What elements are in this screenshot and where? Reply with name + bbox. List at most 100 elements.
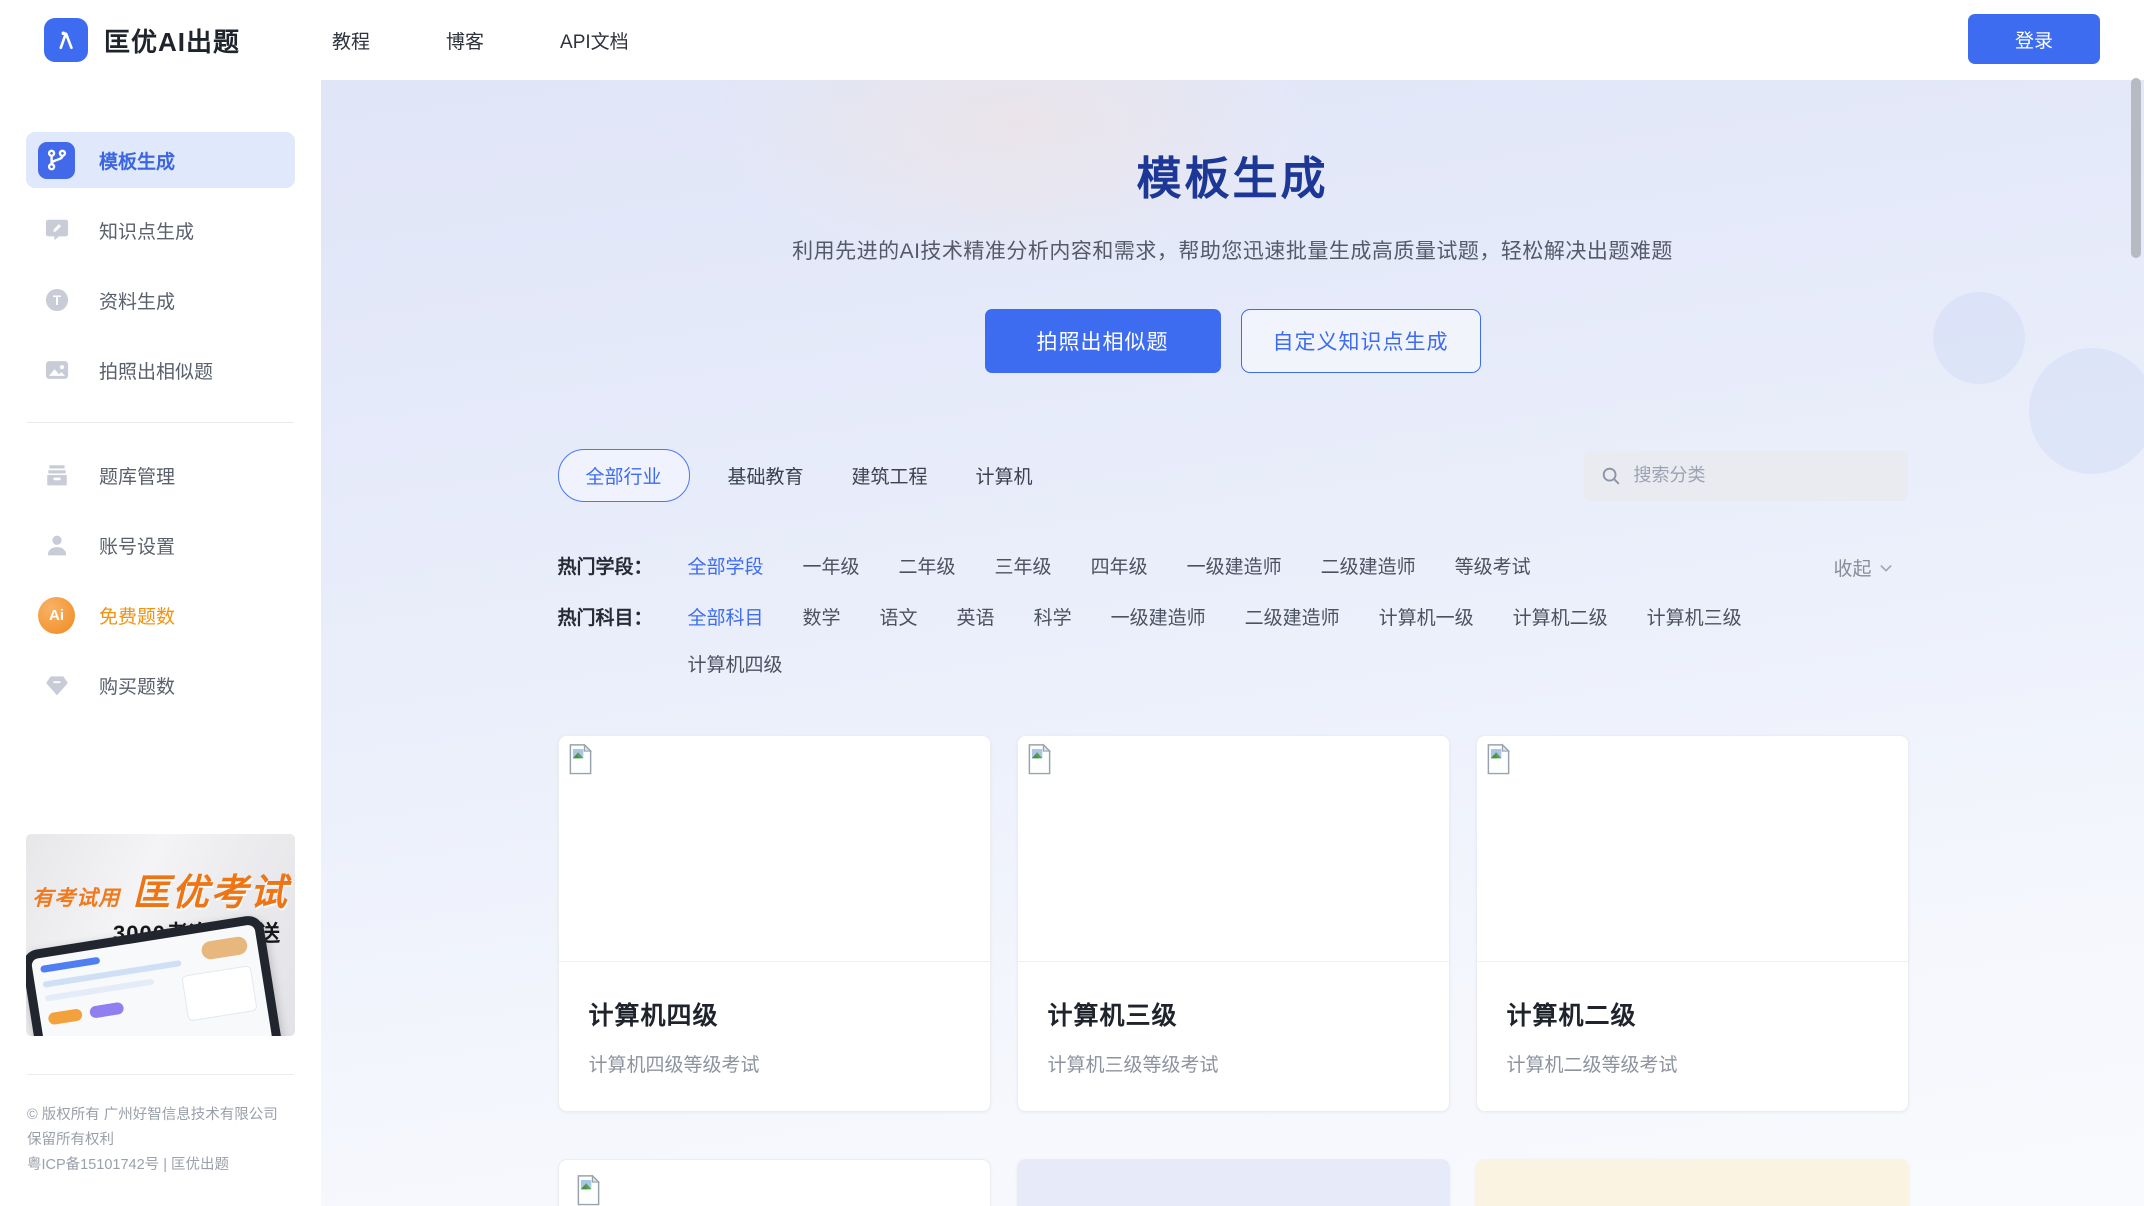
card-description: 计算机二级等级考试 xyxy=(1507,1050,1878,1077)
filter-row-label: 热门学段： xyxy=(558,552,682,579)
broken-image-icon xyxy=(1026,743,1053,781)
filter-option[interactable]: 计算机三级 xyxy=(1647,603,1742,630)
template-icon xyxy=(38,142,75,179)
footer-divider xyxy=(27,1074,294,1075)
category-tab[interactable]: 全部行业 xyxy=(558,449,690,502)
photo-similar-question-button[interactable]: 拍照出相似题 xyxy=(985,309,1221,373)
sidebar: 模板生成知识点生成T资料生成拍照出相似题 题库管理账号设置Ai免费题数购买题数 … xyxy=(0,80,321,1206)
login-button[interactable]: 登录 xyxy=(1968,14,2100,64)
filter-options: 全部科目 数学 语文 英语 科学 一级建造师 二级建造师 计算机一级 计算机二级 计算机三级计算机… xyxy=(688,603,1768,677)
template-card[interactable]: 计算机四级计算机四级等级考试 xyxy=(558,735,991,1112)
sidebar-item-label: 知识点生成 xyxy=(99,217,194,244)
card-title: 计算机二级 xyxy=(1507,996,1878,1032)
filter-option[interactable]: 计算机四级 xyxy=(688,650,783,677)
sidebar-item-label: 模板生成 xyxy=(99,147,175,174)
purchase-icon xyxy=(38,667,75,704)
search-input[interactable] xyxy=(1634,465,1892,486)
main-area: 模板生成 利用先进的AI技术精准分析内容和需求，帮助您迅速批量生成高质量试题，轻… xyxy=(321,80,2144,1206)
sidebar-item[interactable]: 拍照出相似题 xyxy=(26,342,295,398)
filter-option[interactable]: 数学 xyxy=(803,603,841,630)
card-image-area xyxy=(559,736,990,962)
vertical-scrollbar[interactable] xyxy=(2131,78,2141,258)
sidebar-item-label: 资料生成 xyxy=(99,287,175,314)
filter-option[interactable]: 等级考试 xyxy=(1455,552,1531,579)
filter-row: 热门学段：全部学段 一年级 二年级 三年级 四年级 一级建造师 二级建造师 等级考试 xyxy=(558,552,1908,579)
nav-item[interactable]: 博客 xyxy=(446,27,484,54)
hero-actions: 拍照出相似题 自定义知识点生成 xyxy=(558,309,1908,373)
collapse-label: 收起 xyxy=(1833,554,1871,581)
card-title: 计算机三级 xyxy=(1048,996,1419,1032)
brand-logo-icon xyxy=(44,18,88,62)
card-image-area xyxy=(1477,736,1908,962)
sidebar-item[interactable]: Ai 免费题数 xyxy=(26,587,295,643)
sidebar-item[interactable]: 模板生成 xyxy=(26,132,295,188)
filter-options: 全部学段 一年级 二年级 三年级 四年级 一级建造师 二级建造师 等级考试 xyxy=(688,552,1768,579)
sidebar-item[interactable]: 购买题数 xyxy=(26,657,295,713)
brand-name: 匡优AI出题 xyxy=(104,22,240,59)
filter-option[interactable]: 一级建造师 xyxy=(1111,603,1206,630)
decorative-circle xyxy=(2029,348,2144,474)
filter-option[interactable]: 全部学段 xyxy=(688,552,764,579)
category-toolbar: 全部行业 基础教育 建筑工程 计算机 xyxy=(558,449,1908,502)
filter-option[interactable]: 语文 xyxy=(880,603,918,630)
category-tab[interactable]: 建筑工程 xyxy=(852,462,928,489)
sidebar-menu-bottom: 题库管理账号设置 Ai 免费题数购买题数 xyxy=(0,447,321,727)
chevron-down-icon xyxy=(1878,560,1894,576)
material-icon: T xyxy=(38,282,75,319)
sidebar-divider xyxy=(27,422,294,423)
copyright-line: © 版权所有 广州好智信息技术有限公司 xyxy=(27,1103,294,1128)
category-tab[interactable]: 计算机 xyxy=(976,462,1033,489)
filter-row-label: 热门科目： xyxy=(558,603,682,677)
nav-item[interactable]: API文档 xyxy=(560,27,629,54)
template-card[interactable]: 计算机三级计算机三级等级考试 xyxy=(1017,735,1450,1112)
filter-option[interactable]: 一年级 xyxy=(803,552,860,579)
promo-banner[interactable]: 有考试用 匡优考试 3000考次免费送 xyxy=(26,834,295,1036)
card-description: 计算机三级等级考试 xyxy=(1048,1050,1419,1077)
promo-brand: 匡优考试 xyxy=(133,872,289,913)
partial-template-card[interactable] xyxy=(1476,1159,1909,1206)
sidebar-item-label: 拍照出相似题 xyxy=(99,357,213,384)
filter-option[interactable]: 全部科目 xyxy=(688,603,764,630)
sidebar-item[interactable]: 知识点生成 xyxy=(26,202,295,258)
sidebar-item-label: 免费题数 xyxy=(99,602,175,629)
template-card[interactable]: 计算机二级计算机二级等级考试 xyxy=(1476,735,1909,1112)
broken-image-icon xyxy=(1485,743,1512,781)
filter-option[interactable]: 二年级 xyxy=(899,552,956,579)
sidebar-item[interactable]: T 资料生成 xyxy=(26,272,295,328)
account-icon xyxy=(38,527,75,564)
copyright-line: 粤ICP备15101742号 | 匡优出题 xyxy=(27,1153,294,1178)
card-description: 计算机四级等级考试 xyxy=(589,1050,960,1077)
page-title: 模板生成 xyxy=(558,142,1908,207)
ai-icon: Ai xyxy=(38,597,75,634)
filter-option[interactable]: 二级建造师 xyxy=(1245,603,1340,630)
filter-option[interactable]: 计算机二级 xyxy=(1513,603,1608,630)
sidebar-item[interactable]: 账号设置 xyxy=(26,517,295,573)
filter-option[interactable]: 三年级 xyxy=(995,552,1052,579)
nav-item[interactable]: 教程 xyxy=(332,27,370,54)
filter-option[interactable]: 四年级 xyxy=(1091,552,1148,579)
top-header: 匡优AI出题 教程 博客 API文档 登录 xyxy=(0,0,2144,80)
search-box[interactable] xyxy=(1584,451,1908,501)
promo-prefix: 有考试用 xyxy=(32,887,120,910)
filter-option[interactable]: 计算机一级 xyxy=(1379,603,1474,630)
template-cards-grid: 计算机四级计算机四级等级考试计算机三级计算机三级等级考试计算机二级计算机二级等级… xyxy=(558,735,1908,1206)
partial-template-card[interactable] xyxy=(1017,1159,1450,1206)
page-subtitle: 利用先进的AI技术精准分析内容和需求，帮助您迅速批量生成高质量试题，轻松解决出题… xyxy=(558,235,1908,265)
filters-panel: 热门学段：全部学段一年级二年级三年级四年级一级建造师二级建造师等级考试热门科目：… xyxy=(558,552,1908,677)
partial-template-card[interactable] xyxy=(558,1159,991,1206)
filter-option[interactable]: 一级建造师 xyxy=(1187,552,1282,579)
filter-option[interactable]: 英语 xyxy=(957,603,995,630)
search-icon xyxy=(1600,465,1622,487)
filter-option[interactable]: 二级建造师 xyxy=(1321,552,1416,579)
custom-knowledge-generate-button[interactable]: 自定义知识点生成 xyxy=(1241,309,1481,373)
collapse-control[interactable]: 收起 xyxy=(1833,554,1893,581)
filter-option[interactable]: 科学 xyxy=(1034,603,1072,630)
filter-row: 热门科目：全部科目数学语文英语科学一级建造师二级建造师计算机一级计算机二级计算机… xyxy=(558,603,1908,677)
category-tab[interactable]: 基础教育 xyxy=(728,462,804,489)
svg-text:T: T xyxy=(52,293,61,308)
sidebar-item[interactable]: 题库管理 xyxy=(26,447,295,503)
sidebar-item-label: 购买题数 xyxy=(99,672,175,699)
brand-logo[interactable]: 匡优AI出题 xyxy=(44,18,240,62)
top-nav: 教程 博客 API文档 xyxy=(332,27,629,54)
sidebar-menu-top: 模板生成知识点生成 T 资料生成拍照出相似题 xyxy=(0,132,321,412)
